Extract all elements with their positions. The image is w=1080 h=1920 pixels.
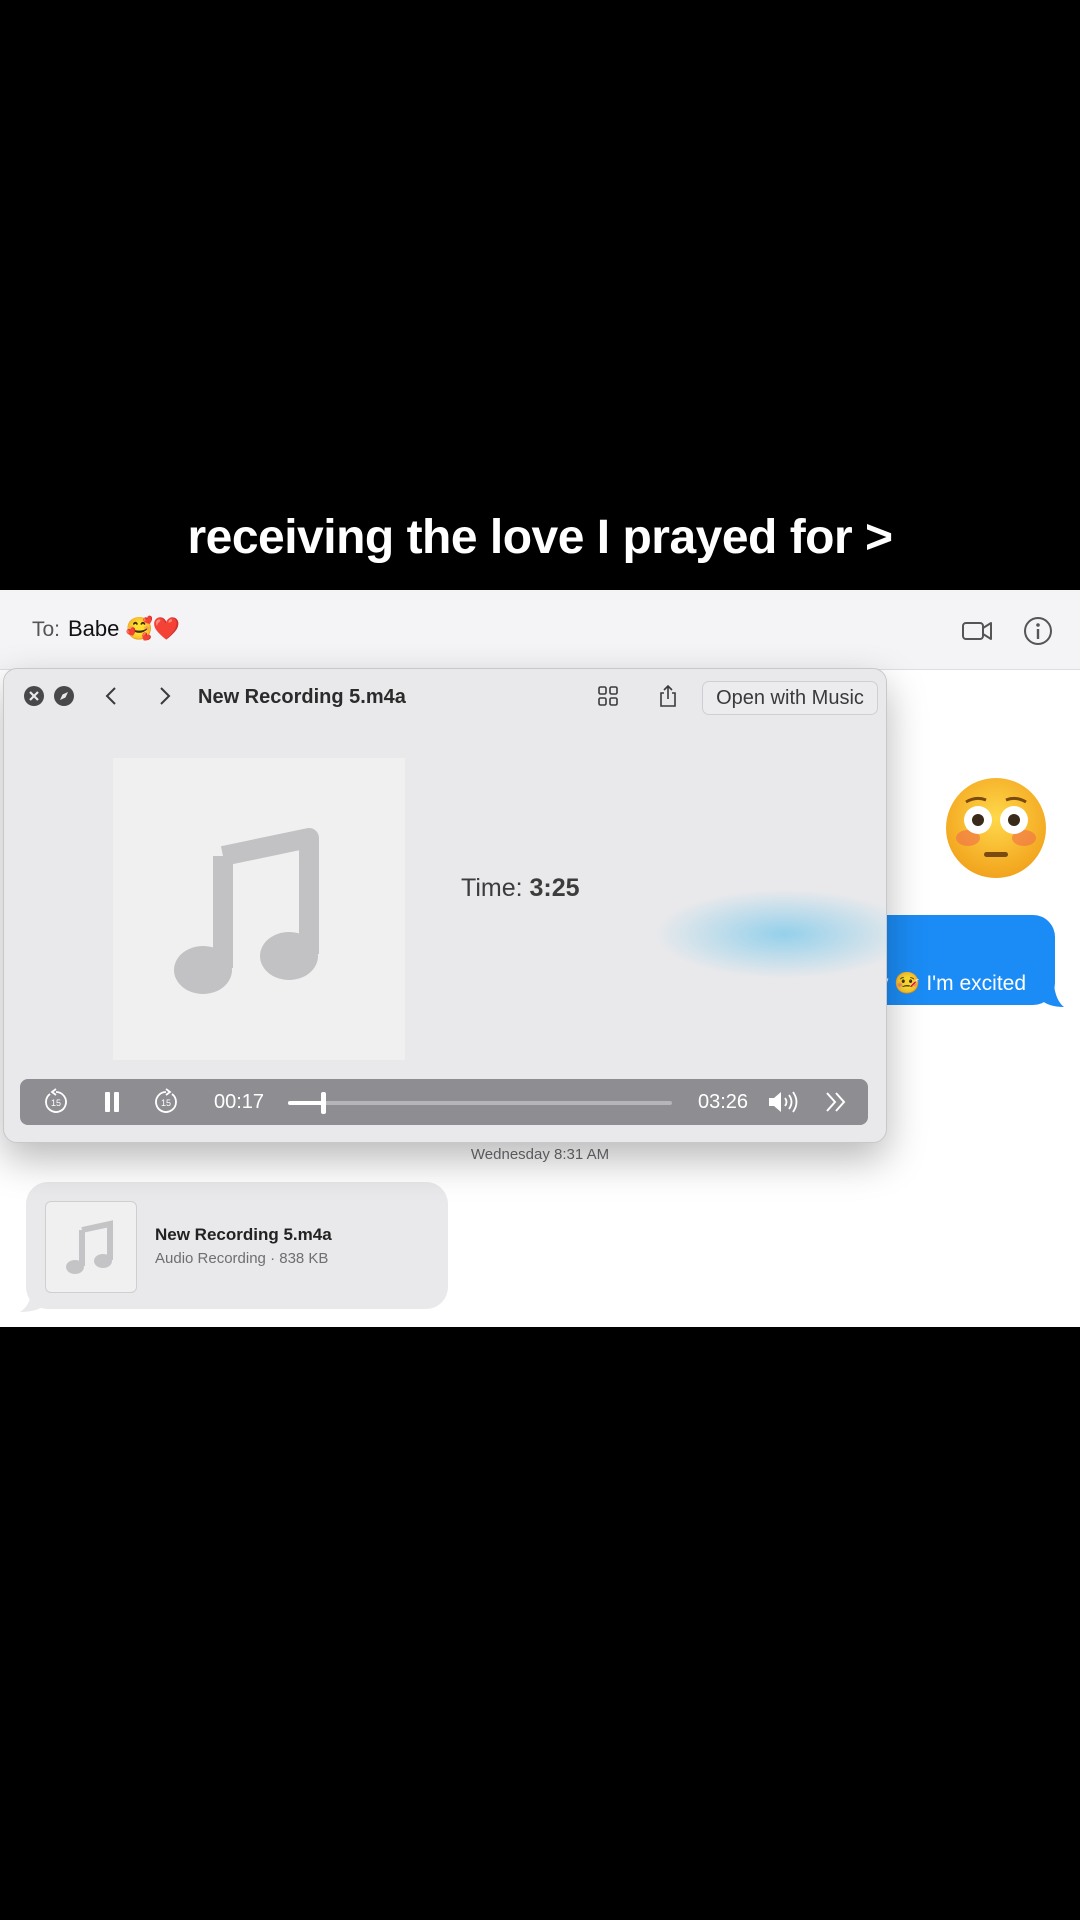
svg-text:15: 15 xyxy=(51,1098,61,1108)
chevron-left-icon[interactable] xyxy=(100,684,124,708)
chevron-right-icon[interactable] xyxy=(152,684,176,708)
duration-info: Time: 3:25 xyxy=(461,874,580,903)
music-note-icon xyxy=(174,828,319,994)
close-icon[interactable] xyxy=(22,684,46,708)
attachment-name: New Recording 5.m4a xyxy=(155,1225,332,1244)
background-glow xyxy=(654,889,886,979)
quicklook-window: New Recording 5.m4a Open with Music Time… xyxy=(3,668,887,1143)
video-caption: receiving the love I prayed for > xyxy=(187,511,893,564)
pause-icon[interactable] xyxy=(98,1088,126,1116)
playback-controls: 15 15 00:17 03:26 xyxy=(20,1079,868,1125)
sent-message-text: y 🤒 I'm excited xyxy=(878,972,1027,995)
elapsed-time: 00:17 xyxy=(214,1091,265,1113)
info-icon[interactable] xyxy=(1021,614,1055,648)
bubble-tail xyxy=(20,1290,46,1312)
scrubber-progress xyxy=(288,1101,323,1105)
scrubber-knob[interactable] xyxy=(320,1092,326,1114)
album-artwork xyxy=(113,758,405,1060)
attachment-meta: Audio Recording · 838 KB xyxy=(155,1250,329,1267)
music-note-icon xyxy=(66,1220,113,1274)
conversation-header: To: Babe 🥰❤️ xyxy=(0,590,1080,670)
playback-scrubber[interactable] xyxy=(288,1092,672,1114)
to-label: To: xyxy=(32,618,61,641)
quicklook-title: New Recording 5.m4a xyxy=(198,686,406,708)
share-icon[interactable] xyxy=(656,684,680,708)
message-timestamp: Wednesday 8:31 AM xyxy=(470,1146,610,1163)
recipient-name[interactable]: Babe 🥰❤️ xyxy=(68,616,180,642)
video-icon[interactable] xyxy=(960,614,994,648)
attachment-thumbnail xyxy=(45,1201,137,1293)
time-label: Time: xyxy=(461,874,523,902)
quicklook-toolbar: New Recording 5.m4a Open with Music xyxy=(4,669,886,725)
flushed-face-emoji xyxy=(946,778,1046,878)
grid-icon[interactable] xyxy=(596,684,620,708)
open-with-music-button[interactable]: Open with Music xyxy=(702,681,878,715)
skip-back-15-icon[interactable]: 15 xyxy=(42,1088,70,1116)
svg-text:15: 15 xyxy=(161,1098,171,1108)
skip-forward-15-icon[interactable]: 15 xyxy=(152,1088,180,1116)
bubble-tail xyxy=(1040,985,1064,1007)
fast-forward-icon[interactable] xyxy=(822,1088,850,1116)
time-value: 3:25 xyxy=(529,874,580,902)
volume-icon[interactable] xyxy=(766,1088,800,1116)
remaining-time: 03:26 xyxy=(698,1091,749,1113)
compass-icon[interactable] xyxy=(52,684,76,708)
attachment-bubble[interactable]: New Recording 5.m4a Audio Recording · 83… xyxy=(26,1182,448,1309)
